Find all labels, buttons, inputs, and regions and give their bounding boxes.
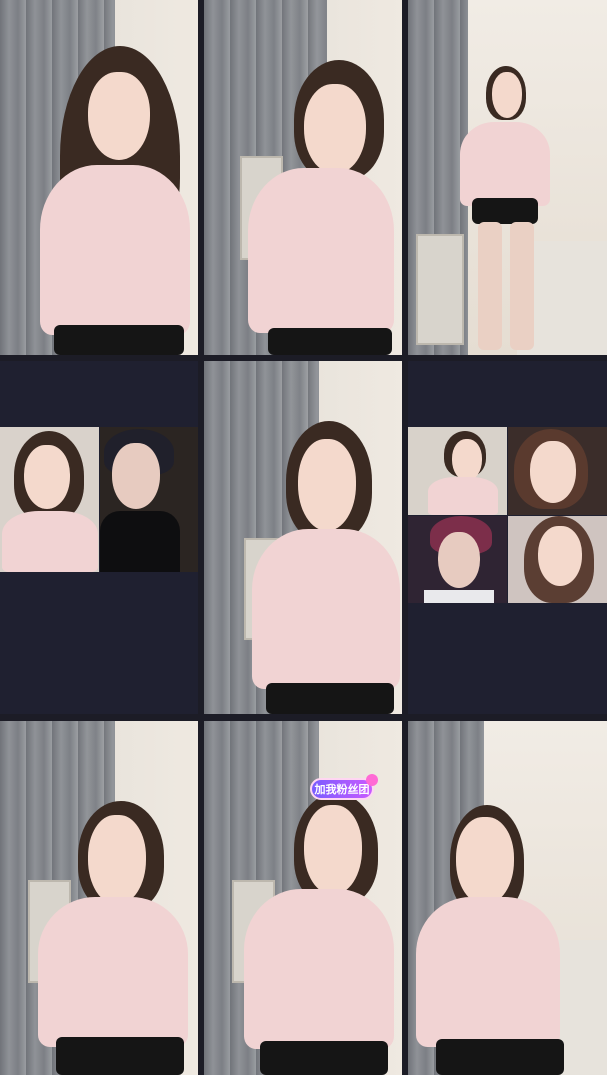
stream-tile-3[interactable] (408, 0, 607, 355)
stream-tile-6-multiguest[interactable] (408, 361, 607, 714)
stream-tile-1[interactable] (0, 0, 198, 355)
live-stream-grid: 加我粉丝团 (0, 0, 607, 1075)
stream-tile-7[interactable] (0, 721, 198, 1075)
guest-video (100, 427, 198, 572)
stream-tile-5[interactable] (204, 361, 402, 714)
fan-club-badge-label: 加我粉丝团 (314, 784, 370, 796)
guest-video-2 (508, 427, 607, 515)
stream-tile-4-pk[interactable] (0, 361, 198, 714)
guest-video-4 (508, 516, 607, 603)
stream-tile-2[interactable] (204, 0, 402, 355)
fan-club-badge[interactable]: 加我粉丝团 (310, 774, 378, 800)
stream-tile-9[interactable] (408, 721, 607, 1075)
fan-club-badge-icon (366, 774, 378, 786)
guest-video-3 (408, 516, 507, 603)
